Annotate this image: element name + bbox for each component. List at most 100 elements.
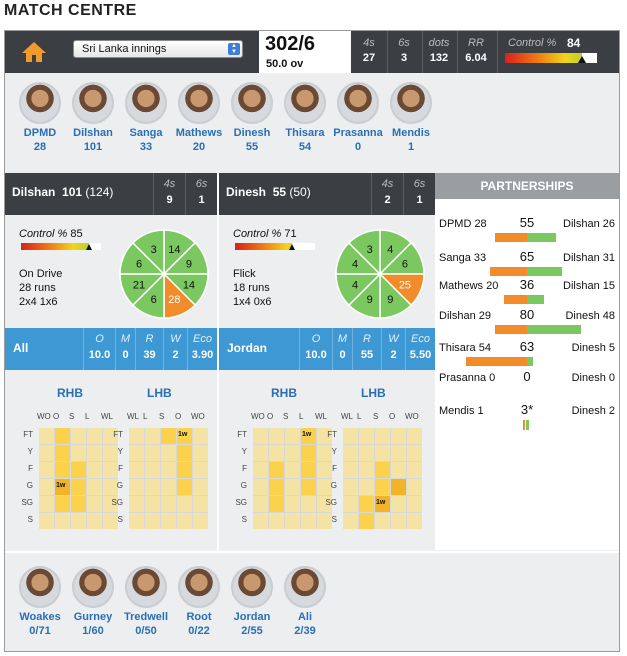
pitch-cell[interactable] [359,479,374,495]
pitch-cell[interactable] [193,496,208,512]
pitch-cell[interactable] [55,445,70,461]
pitch-cell[interactable] [129,462,144,478]
pitch-cell[interactable] [391,513,406,529]
pitch-cell[interactable] [87,479,102,495]
pitch-cell[interactable] [391,445,406,461]
bowler-card[interactable]: Tredwell 0/50 [119,566,173,637]
batsman-card[interactable]: Sanga 33 [119,82,173,153]
batsman-card[interactable]: DPMD 28 [13,82,67,153]
batsman-card[interactable]: Dilshan 101 [66,82,120,153]
pitch-cell[interactable] [71,513,86,529]
pitch-cell[interactable] [375,462,390,478]
pitch-cell[interactable] [177,479,192,495]
pitch-cell[interactable] [87,445,102,461]
pitch-cell[interactable] [145,496,160,512]
pitch-cell[interactable] [375,479,390,495]
pitch-cell[interactable] [87,462,102,478]
pitch-cell[interactable] [161,496,176,512]
pitch-cell[interactable] [129,513,144,529]
bowler-card[interactable]: Ali 2/39 [278,566,332,637]
batsman-card[interactable]: Mendis 1 [384,82,438,153]
pitch-cell[interactable] [269,428,284,444]
pitch-cell[interactable] [71,445,86,461]
pitch-cell[interactable] [343,496,358,512]
pitch-cell[interactable] [161,428,176,444]
pitch-cell[interactable] [161,513,176,529]
pitch-cell[interactable] [87,428,102,444]
pitch-cell[interactable] [359,513,374,529]
pitch-cell-wicket[interactable]: 1w [55,479,70,495]
pitch-cell[interactable] [145,445,160,461]
batsman-card[interactable]: Prasanna 0 [331,82,385,153]
pitch-cell[interactable] [391,428,406,444]
pitch-cell[interactable] [177,496,192,512]
pitch-cell[interactable] [55,428,70,444]
pitch-cell[interactable] [193,462,208,478]
pitch-cell[interactable] [391,462,406,478]
pitch-cell-wicket[interactable]: 1w [177,428,192,444]
pitch-cell[interactable] [285,445,300,461]
pitch-cell[interactable] [285,479,300,495]
innings-select[interactable]: Sri Lanka innings ▲ ▼ [73,40,243,58]
bowler-card[interactable]: Root 0/22 [172,566,226,637]
pitch-cell[interactable] [375,445,390,461]
pitch-cell[interactable] [285,428,300,444]
pitch-cell[interactable] [359,496,374,512]
pitch-cell[interactable] [343,462,358,478]
pitch-cell[interactable] [253,496,268,512]
pitch-cell[interactable] [193,513,208,529]
pitch-cell[interactable] [55,513,70,529]
pitch-cell-wicket[interactable]: 1w [301,428,316,444]
bowler-card[interactable]: Woakes 0/71 [13,566,67,637]
pitch-cell[interactable] [145,513,160,529]
pitch-cell[interactable] [375,428,390,444]
pitch-cell[interactable] [161,479,176,495]
pitch-cell[interactable] [391,496,406,512]
pitch-cell[interactable] [39,428,54,444]
pitch-cell[interactable] [269,445,284,461]
batsman-card[interactable]: Mathews 20 [172,82,226,153]
pitch-cell[interactable] [193,479,208,495]
pitch-cell[interactable] [161,462,176,478]
pitch-cell[interactable] [193,428,208,444]
pitch-cell[interactable] [145,479,160,495]
pitch-cell[interactable] [269,462,284,478]
pitch-cell[interactable] [39,496,54,512]
pitch-cell[interactable] [193,445,208,461]
pitch-cell[interactable] [285,496,300,512]
pitch-cell[interactable] [55,462,70,478]
pitch-cell[interactable] [359,462,374,478]
pitch-cell[interactable] [359,445,374,461]
pitch-cell[interactable] [391,479,406,495]
batsman-card[interactable]: Thisara 54 [278,82,332,153]
pitch-cell[interactable] [269,496,284,512]
pitch-cell[interactable] [71,462,86,478]
pitch-cell[interactable] [253,479,268,495]
batsman-card[interactable]: Dinesh 55 [225,82,279,153]
pitch-cell[interactable] [407,513,422,529]
pitch-cell[interactable] [129,479,144,495]
pitch-cell[interactable] [285,462,300,478]
pitch-cell[interactable] [407,496,422,512]
pitch-cell[interactable] [87,496,102,512]
pitch-cell[interactable] [407,428,422,444]
pitch-cell[interactable] [301,513,316,529]
pitch-cell[interactable] [269,479,284,495]
pitch-cell[interactable] [129,445,144,461]
pitch-cell[interactable] [145,462,160,478]
pitch-cell[interactable] [343,479,358,495]
pitch-cell[interactable] [177,513,192,529]
pitch-cell-wicket[interactable]: 1w [375,496,390,512]
pitch-cell[interactable] [87,513,102,529]
home-button[interactable] [5,31,62,73]
pitch-cell[interactable] [407,445,422,461]
pitch-cell[interactable] [407,479,422,495]
bowler-card[interactable]: Gurney 1/60 [66,566,120,637]
pitch-cell[interactable] [129,496,144,512]
pitch-cell[interactable] [301,496,316,512]
pitch-cell[interactable] [177,445,192,461]
pitch-cell[interactable] [39,513,54,529]
pitch-cell[interactable] [145,428,160,444]
bowler-card[interactable]: Jordan 2/55 [225,566,279,637]
pitch-cell[interactable] [39,445,54,461]
